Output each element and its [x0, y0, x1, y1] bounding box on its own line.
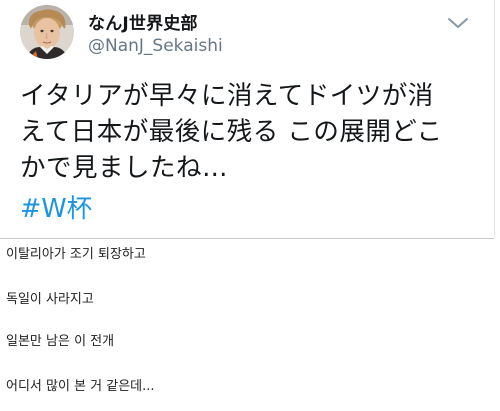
- caption-line: 일본만 남은 이 전개: [6, 334, 115, 349]
- display-name[interactable]: なんJ世界史部: [88, 9, 198, 34]
- tweet-text-line: かで見ましたね…: [20, 153, 229, 183]
- more-options-button[interactable]: [446, 14, 470, 32]
- chevron-down-icon: [448, 18, 468, 28]
- tweet-text-line: イタリアが早々に消えてドイツが消: [20, 81, 434, 111]
- tweet-text-line: えて日本が最後に残る この展開どこ: [20, 117, 443, 147]
- card-border: [494, 0, 495, 238]
- caption-line: 어디서 많이 본 거 같은데...: [6, 379, 155, 394]
- avatar-photo-icon: [20, 5, 74, 59]
- user-handle[interactable]: @NanJ_Sekaishi: [88, 36, 223, 56]
- divider: [0, 238, 494, 239]
- hashtag-link[interactable]: #W杯: [20, 188, 92, 225]
- avatar[interactable]: [20, 5, 74, 59]
- caption-line: 독일이 사라지고: [6, 292, 94, 307]
- tweet-text: イタリアが早々に消えてドイツが消 えて日本が最後に残る この展開どこ かで見まし…: [20, 78, 490, 186]
- caption-line: 이탈리아가 조기 퇴장하고: [6, 247, 146, 262]
- tweet-card: なんJ世界史部 @NanJ_Sekaishi イタリアが早々に消えてドイツが消 …: [0, 0, 495, 238]
- page: なんJ世界史部 @NanJ_Sekaishi イタリアが早々に消えてドイツが消 …: [0, 0, 500, 411]
